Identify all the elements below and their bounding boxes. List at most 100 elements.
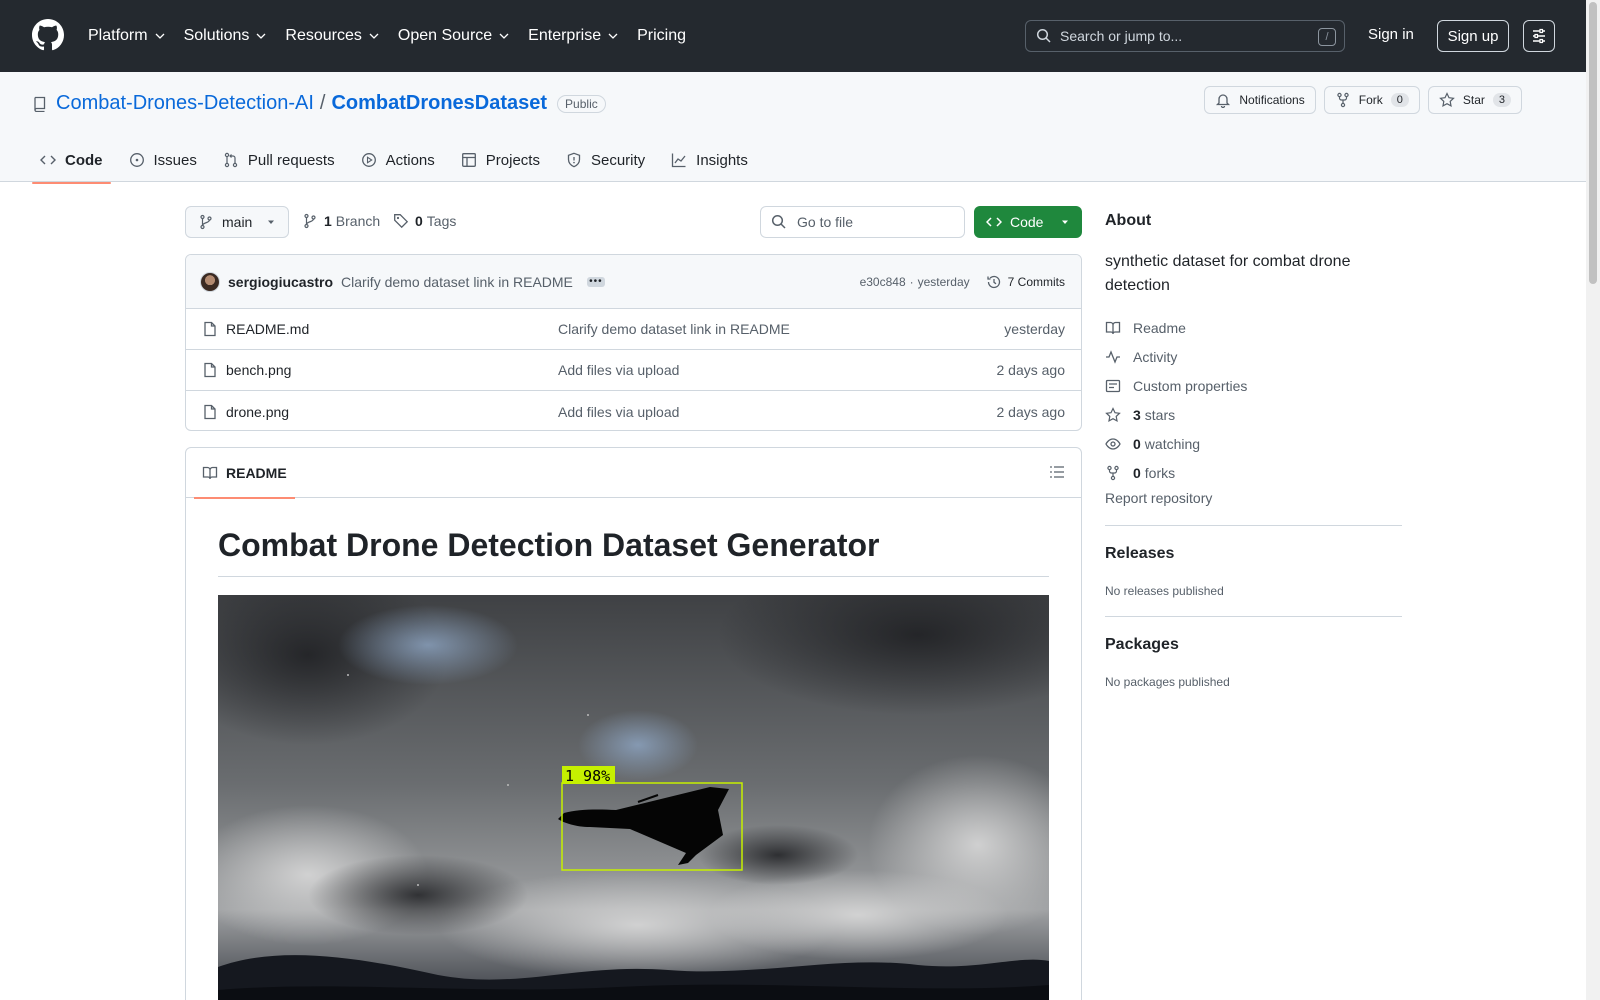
fork-label: Fork [1358,93,1383,107]
nav-platform-label: Platform [88,27,148,44]
readme-tab[interactable]: README [194,448,295,499]
commit-author-link[interactable]: sergiogiucastro [228,274,333,290]
repo-name-link[interactable]: CombatDronesDataset [331,92,547,115]
about-description: synthetic dataset for combat drone detec… [1105,253,1351,294]
tab-projects[interactable]: Projects [453,137,548,183]
branch-icon [200,214,212,230]
file-date: 2 days ago [996,362,1066,378]
nav-open-source[interactable]: Open Source [398,27,510,45]
detection-label: 1 98% [565,767,610,785]
branch-label: Branch [335,213,381,229]
tag-count: 0 [415,213,423,229]
play-icon [361,153,376,167]
about-activity-link[interactable]: Activity [1105,342,1247,371]
repo-owner-link[interactable]: Combat-Drones-Detection-AI [56,92,314,115]
fork-button[interactable]: Fork 0 [1323,86,1420,114]
notifications-label: Notifications [1239,93,1305,107]
branches-link[interactable]: 1 Branch [302,213,380,229]
global-search-input[interactable]: Search or jump to... / [1025,20,1345,52]
sign-up-button[interactable]: Sign up [1437,20,1509,52]
branch-selector[interactable]: main [185,206,289,238]
tab-security-label: Security [590,151,646,169]
nav-platform[interactable]: Platform [88,27,166,45]
commits-count-label: 7 Commits [1007,274,1065,289]
commit-hash[interactable]: e30c848 [860,275,906,289]
about-custom-properties-link[interactable]: Custom properties [1105,371,1247,400]
table-row[interactable]: bench.png Add files via upload 2 days ag… [186,350,1081,391]
file-commit-link[interactable]: Clarify demo dataset link in README [558,321,1004,337]
file-commit-link[interactable]: Add files via upload [558,362,997,378]
ellipsis-icon[interactable]: ••• [586,276,605,287]
search-icon [771,214,786,229]
nav-enterprise-label: Enterprise [528,27,602,44]
github-logo-icon[interactable] [32,19,64,51]
sliders-icon [1533,28,1545,44]
commits-history-link[interactable]: 7 Commits [986,274,1065,290]
repo-icon [34,96,46,112]
file-icon [204,321,216,337]
nav-enterprise[interactable]: Enterprise [528,27,619,45]
about-stars-link[interactable]: 3 stars [1105,400,1247,429]
tab-pull-requests-label: Pull requests [247,151,335,169]
releases-empty-text: No releases published [1105,584,1224,598]
nav-pricing[interactable]: Pricing [637,27,686,45]
about-readme-link[interactable]: Readme [1105,313,1247,342]
about-forks-link[interactable]: 0 forks [1105,458,1247,487]
readme-title: Combat Drone Detection Dataset Generator [218,527,1049,577]
table-icon [461,153,476,167]
readme-header: README [186,448,1081,499]
notifications-button[interactable]: Notifications [1204,86,1316,114]
caret-down-icon [268,220,274,224]
star-button[interactable]: Star 3 [1427,86,1522,114]
readme-panel: README Combat Drone Detection Dataset Ge… [185,447,1082,1000]
tab-actions[interactable]: Actions [353,137,443,183]
file-commit-link[interactable]: Add files via upload [558,404,997,420]
about-watching-count: 0 [1133,435,1141,452]
table-row[interactable]: README.md Clarify demo dataset link in R… [186,309,1081,350]
about-stars-label: stars [1144,406,1176,423]
list-outline-icon[interactable] [1049,464,1065,480]
issue-icon [129,153,144,167]
commit-meta: e30c848 · yesterday [860,275,970,289]
pulse-icon [1106,349,1120,364]
code-dropdown-button[interactable]: Code [974,206,1082,238]
star-icon [1105,406,1121,422]
chevron-down-icon [608,33,618,39]
page-scrollbar[interactable] [1586,0,1600,1000]
scrollbar-thumb[interactable] [1589,2,1597,284]
about-watching-link[interactable]: 0 watching [1105,429,1247,458]
report-repository-link[interactable]: Report repository [1105,490,1212,506]
chevron-down-icon [256,33,266,39]
file-name-link[interactable]: bench.png [226,362,558,378]
file-name-link[interactable]: README.md [226,321,558,337]
menu-button[interactable] [1523,20,1555,52]
table-row[interactable]: drone.png Add files via upload 2 days ag… [186,391,1081,430]
star-icon [1439,92,1455,108]
nav-resources[interactable]: Resources [285,27,379,45]
packages-heading[interactable]: Packages [1105,636,1179,654]
releases-heading[interactable]: Releases [1105,545,1174,563]
commit-message-link[interactable]: Clarify demo dataset link in README [341,274,573,290]
fork-count: 0 [1390,93,1409,107]
nav-open-source-label: Open Source [397,27,493,44]
tab-code[interactable]: Code [32,137,111,184]
file-name-link[interactable]: drone.png [226,404,558,420]
tags-link[interactable]: 0 Tags [393,213,456,229]
go-to-file-placeholder: Go to file [797,214,854,230]
go-to-file-input[interactable]: Go to file [760,206,965,238]
code-icon [40,155,56,165]
history-icon [987,275,1000,288]
sign-in-link[interactable]: Sign in [1368,26,1414,43]
nav-solutions[interactable]: Solutions [184,27,268,45]
nav-pricing-label: Pricing [637,27,686,44]
search-shortcut-hint: / [1318,28,1336,46]
tab-pull-requests[interactable]: Pull requests [215,137,343,183]
about-watching-label: watching [1144,435,1201,452]
tab-insights[interactable]: Insights [663,137,756,183]
latest-commit-bar: sergiogiucastro Clarify demo dataset lin… [186,255,1081,309]
file-icon [204,362,216,378]
tab-issues[interactable]: Issues [121,137,205,183]
tab-security[interactable]: Security [558,137,653,183]
file-date: 2 days ago [996,403,1066,420]
avatar[interactable] [200,271,220,292]
